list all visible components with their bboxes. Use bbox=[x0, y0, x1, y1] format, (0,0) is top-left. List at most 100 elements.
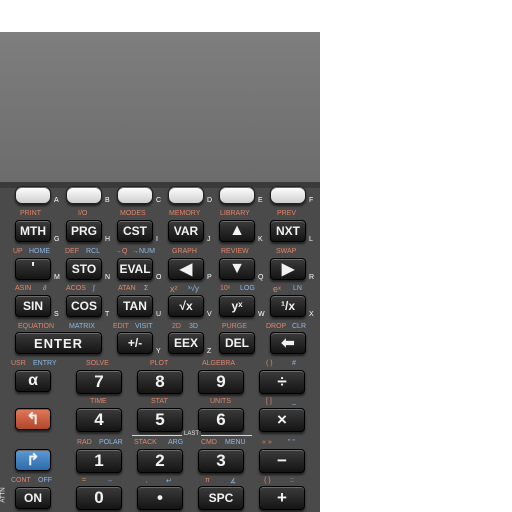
letter-t: T bbox=[105, 311, 110, 318]
label-plot: PLOT bbox=[150, 360, 169, 367]
label-library: LIBRARY bbox=[220, 210, 250, 217]
up-arrow-key[interactable]: ▲ bbox=[219, 220, 255, 242]
label-clr: CLR bbox=[292, 323, 307, 330]
label-review: REVIEW bbox=[221, 248, 249, 255]
label-io: I/O bbox=[78, 210, 88, 217]
label-entry: ENTRY bbox=[33, 360, 57, 367]
label-tag: :: bbox=[290, 477, 294, 484]
label-sigma: Σ bbox=[144, 285, 149, 292]
label-acos: ACOS bbox=[66, 285, 86, 292]
label-x-squared: x² bbox=[170, 284, 178, 294]
label-xroot-y: ˣ√y bbox=[188, 284, 200, 293]
label-swap: SWAP bbox=[276, 248, 297, 255]
minus-key[interactable]: − bbox=[259, 449, 305, 473]
six-key[interactable]: 6 bbox=[198, 408, 244, 432]
label-graph: GRAPH bbox=[172, 248, 197, 255]
divide-key[interactable]: ÷ bbox=[259, 370, 305, 394]
label-underscore: _ bbox=[292, 398, 296, 405]
left-shift-key[interactable]: ↰ bbox=[15, 408, 51, 430]
label-brackets: [ ] bbox=[266, 398, 272, 405]
nxt-key[interactable]: NXT bbox=[270, 220, 306, 242]
decimal-point-key[interactable]: • bbox=[137, 486, 183, 510]
label-hash: # bbox=[292, 360, 296, 367]
zero-key[interactable]: 0 bbox=[76, 486, 122, 510]
letter-z: Z bbox=[207, 348, 212, 355]
sin-key[interactable]: SIN bbox=[15, 295, 51, 317]
letter-o: O bbox=[156, 274, 162, 281]
label-home: HOME bbox=[29, 248, 50, 255]
multiply-key[interactable]: × bbox=[259, 408, 305, 432]
right-arrow-key[interactable]: ▶ bbox=[270, 258, 306, 280]
label-drop: DROP bbox=[266, 323, 287, 330]
left-arrow-key[interactable]: ◀ bbox=[168, 258, 204, 280]
label-print: PRINT bbox=[20, 210, 41, 217]
label-polar: POLAR bbox=[99, 439, 123, 446]
sqrt-key[interactable]: √x bbox=[168, 295, 204, 317]
label-prev: PREV bbox=[277, 210, 297, 217]
letter-u: U bbox=[156, 311, 162, 318]
label-matrix: MATRIX bbox=[69, 323, 95, 330]
label-attn: ATTN bbox=[0, 487, 7, 503]
label-up: UP bbox=[13, 248, 23, 255]
menu-key-d[interactable] bbox=[168, 186, 204, 204]
letter-j: J bbox=[207, 236, 211, 243]
label-integral: ∫ bbox=[93, 285, 95, 292]
var-key[interactable]: VAR bbox=[168, 220, 204, 242]
label-off: OFF bbox=[38, 477, 52, 484]
down-arrow-key[interactable]: ▼ bbox=[219, 258, 255, 280]
label-last: LAST bbox=[182, 431, 202, 437]
right-shift-key[interactable]: ↱ bbox=[15, 449, 51, 471]
menu-key-f[interactable] bbox=[270, 186, 306, 204]
seven-key[interactable]: 7 bbox=[76, 370, 122, 394]
label-parens: ( ) bbox=[266, 360, 273, 367]
label-comma: ‚ bbox=[146, 477, 148, 484]
letter-q: Q bbox=[258, 274, 264, 281]
letter-f: F bbox=[309, 197, 314, 204]
label-memory: MEMORY bbox=[169, 210, 201, 217]
five-key[interactable]: 5 bbox=[137, 408, 183, 432]
label-stack: STACK bbox=[134, 439, 157, 446]
backspace-key[interactable]: ⬅ bbox=[270, 332, 306, 354]
menu-key-c[interactable] bbox=[117, 186, 153, 204]
alpha-key[interactable]: α bbox=[15, 370, 51, 392]
label-braces: { } bbox=[264, 477, 271, 484]
two-key[interactable]: 2 bbox=[137, 449, 183, 473]
calculator-body: A B C D E F PRINT I/O MODES MEMORY LIBRA… bbox=[0, 32, 320, 512]
cos-key[interactable]: COS bbox=[66, 295, 102, 317]
eex-key[interactable]: EEX bbox=[168, 332, 204, 354]
letter-k: K bbox=[258, 236, 263, 243]
del-key[interactable]: DEL bbox=[219, 332, 255, 354]
power-key[interactable]: yˣ bbox=[219, 295, 255, 317]
sto-key[interactable]: STO bbox=[66, 258, 102, 280]
three-key[interactable]: 3 bbox=[198, 449, 244, 473]
letter-g: G bbox=[54, 236, 60, 243]
menu-key-a[interactable] bbox=[15, 186, 51, 204]
letter-b: B bbox=[105, 197, 110, 204]
letter-r: R bbox=[309, 274, 315, 281]
space-key[interactable]: SPC bbox=[198, 486, 244, 510]
plus-key[interactable]: + bbox=[259, 486, 305, 510]
eval-key[interactable]: EVAL bbox=[117, 258, 153, 280]
mth-key[interactable]: MTH bbox=[15, 220, 51, 242]
quote-key[interactable]: ' bbox=[15, 258, 51, 280]
tan-key[interactable]: TAN bbox=[117, 295, 153, 317]
nine-key[interactable]: 9 bbox=[198, 370, 244, 394]
label-string-delims: " " bbox=[288, 439, 295, 446]
label-atan: ATAN bbox=[118, 285, 136, 292]
four-key[interactable]: 4 bbox=[76, 408, 122, 432]
label-menu: MENU bbox=[225, 439, 246, 446]
cst-key[interactable]: CST bbox=[117, 220, 153, 242]
on-key[interactable]: ON bbox=[15, 487, 51, 509]
menu-key-b[interactable] bbox=[66, 186, 102, 204]
letter-p: P bbox=[207, 274, 212, 281]
inverse-key[interactable]: ¹/x bbox=[270, 295, 306, 317]
menu-key-e[interactable] bbox=[219, 186, 255, 204]
label-e-x: eˣ bbox=[273, 284, 281, 294]
prg-key[interactable]: PRG bbox=[66, 220, 102, 242]
one-key[interactable]: 1 bbox=[76, 449, 122, 473]
label-equals: = bbox=[82, 477, 87, 484]
enter-key[interactable]: ENTER bbox=[15, 332, 102, 354]
eight-key[interactable]: 8 bbox=[137, 370, 183, 394]
plus-minus-key[interactable]: +/- bbox=[117, 332, 153, 354]
label-visit: VISIT bbox=[135, 323, 153, 330]
